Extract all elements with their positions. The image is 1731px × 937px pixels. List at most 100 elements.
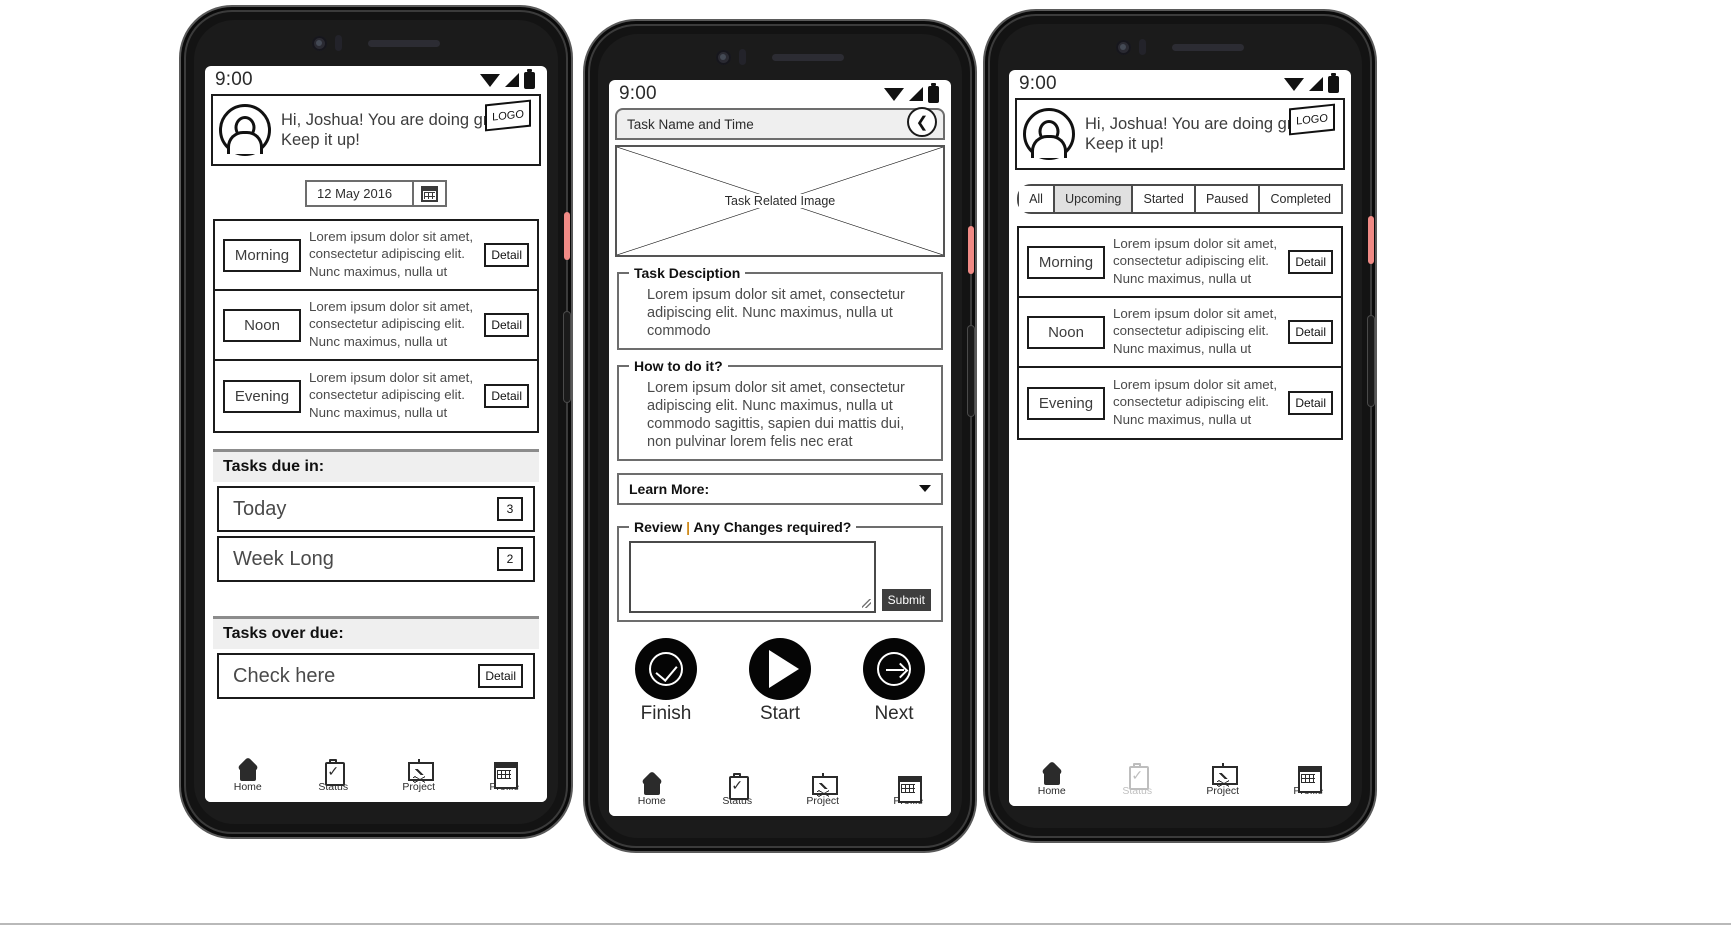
phone-body-filtered-list: 9:00 Hi, Joshua! You are doing great! Ke…: [998, 24, 1362, 828]
nav-item-home[interactable]: Home: [205, 759, 291, 793]
finish-button[interactable]: [635, 637, 697, 700]
detail-button[interactable]: Detail: [1288, 391, 1333, 415]
status-bar-filtered-list: 9:00: [1009, 70, 1351, 96]
volume-button[interactable]: [1368, 316, 1374, 406]
detail-button[interactable]: Detail: [1288, 320, 1333, 344]
due-row-week-long[interactable]: Week Long 2: [217, 536, 535, 582]
learn-more-select[interactable]: Learn More:: [617, 472, 943, 505]
chevron-down-icon: [919, 485, 931, 493]
task-time-chip: Evening: [223, 379, 301, 413]
task-detail-header: Task Name and Time ❮: [615, 107, 945, 140]
start-action[interactable]: Start: [749, 637, 811, 725]
calendar-button[interactable]: [413, 180, 447, 207]
detail-button[interactable]: Detail: [484, 243, 529, 267]
task-description: Lorem ipsum dolor sit amet, consectetur …: [1113, 236, 1278, 289]
overdue-label: Check here: [233, 664, 336, 687]
wifi-icon: [480, 73, 500, 87]
task-description: Lorem ipsum dolor sit amet, consectetur …: [309, 370, 474, 423]
back-button[interactable]: ❮: [907, 107, 937, 137]
wifi-icon: [884, 87, 904, 101]
avatar[interactable]: [219, 104, 271, 156]
nav-item-status[interactable]: Status: [695, 773, 781, 807]
date-input[interactable]: 12 May 2016: [305, 180, 413, 207]
status-icon-group: [1284, 72, 1339, 93]
nav-item-status[interactable]: Status: [291, 759, 377, 793]
signal-icon: [505, 73, 519, 87]
status-icon-group: [480, 68, 535, 89]
start-button[interactable]: [749, 637, 811, 700]
task-time-chip: Morning: [1027, 245, 1105, 279]
tab-all[interactable]: All: [1019, 186, 1056, 212]
task-row[interactable]: Noon Lorem ipsum dolor sit amet, consect…: [215, 291, 537, 361]
nav-item-home[interactable]: Home: [609, 773, 695, 807]
overdue-row-check-here[interactable]: Check here Detail: [217, 653, 535, 699]
tab-upcoming[interactable]: Upcoming: [1055, 186, 1134, 212]
task-row[interactable]: Evening Lorem ipsum dolor sit amet, cons…: [1019, 368, 1341, 438]
filter-tab-bar: All Upcoming Started Paused Completed: [1017, 184, 1343, 214]
power-button[interactable]: [968, 226, 974, 274]
tab-completed[interactable]: Completed: [1260, 186, 1341, 212]
avatar[interactable]: [1023, 108, 1075, 160]
nav-item-project[interactable]: Project: [780, 773, 866, 807]
detail-button[interactable]: Detail: [1288, 250, 1333, 274]
detail-button[interactable]: Detail: [484, 313, 529, 337]
date-picker[interactable]: 12 May 2016: [305, 180, 447, 207]
home-content: Hi, Joshua! You are doing great! Keep it…: [205, 92, 547, 752]
proximity-sensor-icon: [1139, 39, 1146, 55]
next-action[interactable]: Next: [863, 637, 925, 725]
battery-icon: [524, 68, 535, 89]
due-row-today[interactable]: Today 3: [217, 486, 535, 532]
nav-item-status[interactable]: Status: [1095, 763, 1181, 797]
logo-badge: LOGO: [485, 99, 531, 132]
task-row[interactable]: Noon Lorem ipsum dolor sit amet, consect…: [1019, 298, 1341, 368]
clipboard-check-icon: [320, 759, 346, 786]
task-description-text: Lorem ipsum dolor sit amet, consectetur …: [647, 287, 905, 339]
nav-item-profile[interactable]: Profile: [866, 773, 952, 807]
nav-item-home[interactable]: Home: [1009, 763, 1095, 797]
task-description: Lorem ipsum dolor sit amet, consectetur …: [1113, 377, 1278, 430]
task-row[interactable]: Morning Lorem ipsum dolor sit amet, cons…: [1019, 228, 1341, 298]
task-description: Lorem ipsum dolor sit amet, consectetur …: [309, 229, 474, 282]
signal-icon: [1309, 77, 1323, 91]
review-textarea[interactable]: [629, 540, 876, 613]
front-camera-icon: [1116, 39, 1131, 55]
due-label: Week Long: [233, 547, 334, 570]
logo-badge: LOGO: [1289, 103, 1335, 136]
nav-item-profile[interactable]: Profile: [1266, 763, 1352, 797]
calendar-icon: [421, 185, 438, 202]
nav-item-project[interactable]: Project: [1180, 763, 1266, 797]
finish-action[interactable]: Finish: [635, 637, 697, 725]
status-bar-task-detail: 9:00: [609, 80, 951, 106]
power-button[interactable]: [1368, 216, 1374, 264]
volume-button[interactable]: [564, 312, 570, 402]
tab-paused[interactable]: Paused: [1195, 186, 1261, 212]
detail-button[interactable]: Detail: [484, 384, 529, 408]
bottom-nav-task-detail: Home Status Project Profile: [609, 766, 951, 816]
task-description-legend: Task Desciption: [634, 265, 741, 281]
volume-button[interactable]: [968, 326, 974, 416]
earpiece-speaker: [368, 39, 440, 47]
task-row[interactable]: Evening Lorem ipsum dolor sit amet, cons…: [215, 361, 537, 431]
task-row[interactable]: Morning Lorem ipsum dolor sit amet, cons…: [215, 221, 537, 291]
action-label: Start: [759, 702, 801, 724]
detail-button[interactable]: Detail: [478, 664, 523, 688]
greeting-card: Hi, Joshua! You are doing great! Keep it…: [211, 94, 541, 166]
task-list-filtered: Morning Lorem ipsum dolor sit amet, cons…: [1017, 226, 1343, 440]
tab-started[interactable]: Started: [1133, 186, 1196, 212]
learn-more-label: Learn More:: [629, 480, 710, 497]
page-bottom-strip: [0, 923, 1731, 937]
nav-item-project[interactable]: Project: [376, 759, 462, 793]
status-clock: 9:00: [215, 69, 253, 90]
submit-button[interactable]: Submit: [881, 588, 931, 611]
action-label: Finish: [640, 702, 692, 724]
next-button[interactable]: [863, 637, 925, 700]
bottom-nav-home: Home Status Project Profile: [205, 752, 547, 802]
screenshot-canvas: 9:00 Hi, Joshua! You are doing great! Ke…: [0, 0, 1731, 937]
phone-body-home: 9:00 Hi, Joshua! You are doing great! Ke…: [194, 20, 558, 824]
power-button[interactable]: [564, 212, 570, 260]
filtered-list-content: Hi, Joshua! You are doing great! Keep it…: [1009, 96, 1351, 756]
review-legend: Review | Any Changes required?: [629, 519, 856, 535]
earpiece-speaker: [1172, 43, 1244, 51]
nav-item-profile[interactable]: Profile: [462, 759, 548, 793]
task-description: Lorem ipsum dolor sit amet, consectetur …: [309, 299, 474, 352]
